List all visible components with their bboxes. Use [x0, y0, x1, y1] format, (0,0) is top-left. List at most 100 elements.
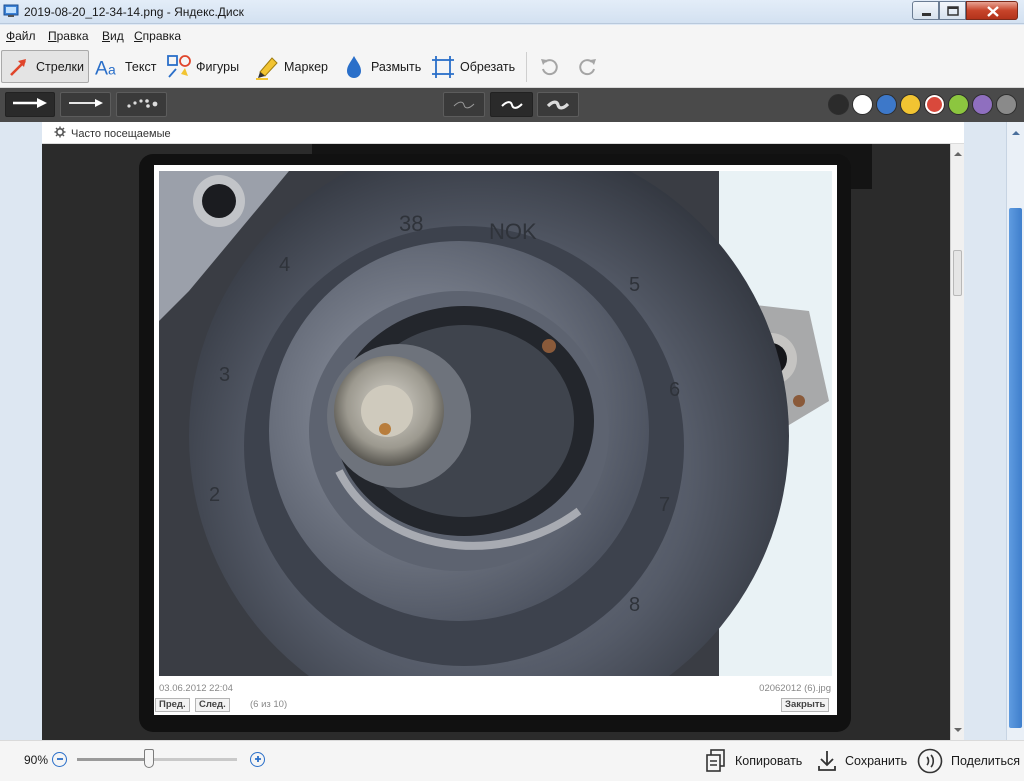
- toolbar-separator: [526, 52, 527, 82]
- photo-filename: 02062012 (6).jpg: [759, 683, 831, 694]
- bookmark-label: Часто посещаемые: [71, 127, 171, 140]
- arrow-thin-icon: [68, 97, 104, 112]
- inner-scroll-thumb: [953, 250, 962, 296]
- line-weight-thin[interactable]: [443, 92, 485, 117]
- color-swatch-red[interactable]: [924, 94, 945, 115]
- photo-lightbox: 38 NOK 5 6 7 8 4 3 2 03.06.2012 22:04 02…: [139, 154, 851, 732]
- prev-photo-button[interactable]: Пред.: [155, 698, 190, 712]
- color-swatch-gray[interactable]: [996, 94, 1017, 115]
- arrow-style-dotted[interactable]: [116, 92, 167, 117]
- arrow-style-thick[interactable]: [5, 92, 55, 117]
- close-button[interactable]: [966, 1, 1018, 20]
- svg-text:a: a: [108, 61, 116, 77]
- svg-text:2: 2: [209, 484, 220, 506]
- arrows-tool-button[interactable]: Стрелки: [1, 50, 89, 83]
- undo-icon: [536, 54, 562, 80]
- maximize-button[interactable]: [939, 1, 966, 20]
- color-swatch-yellow[interactable]: [900, 94, 921, 115]
- plus-icon: [254, 756, 261, 762]
- blur-tool-label: Размыть: [371, 59, 422, 74]
- scroll-down-icon: [954, 728, 962, 732]
- blur-drop-icon: [341, 54, 367, 80]
- color-swatch-purple[interactable]: [972, 94, 993, 115]
- bottom-bar: 90% Копировать Сохранить Поделиться: [0, 740, 1024, 781]
- pump-part-photo: 38 NOK 5 6 7 8 4 3 2: [159, 171, 832, 676]
- redo-icon: [575, 54, 601, 80]
- minus-icon: [56, 758, 63, 760]
- toolbar: Стрелки Aa Текст Фигуры Маркер Размыть О…: [0, 46, 1024, 88]
- copy-label: Копировать: [735, 754, 803, 768]
- save-button[interactable]: Сохранить: [817, 747, 907, 775]
- color-swatch-blue[interactable]: [876, 94, 897, 115]
- share-button[interactable]: Поделиться: [917, 747, 1020, 775]
- arrow-thick-icon: [12, 97, 48, 112]
- close-lightbox-button[interactable]: Закрыть: [781, 698, 830, 712]
- svg-text:5: 5: [629, 274, 640, 296]
- photo: 38 NOK 5 6 7 8 4 3 2: [159, 171, 832, 676]
- title-bar: 2019-08-20_12-34-14.png - Яндекс.Диск: [0, 0, 1024, 24]
- gear-icon: [54, 126, 66, 141]
- scroll-up-icon: [954, 152, 962, 156]
- shapes-tool-button[interactable]: Фигуры: [166, 50, 239, 83]
- canvas-scroll-thumb[interactable]: [1009, 208, 1022, 728]
- text-icon: Aa: [95, 54, 121, 80]
- copy-button[interactable]: Копировать: [705, 747, 802, 775]
- svg-text:8: 8: [629, 594, 640, 616]
- marker-tool-label: Маркер: [284, 59, 328, 74]
- app-icon: [3, 3, 19, 19]
- zoom-in-button[interactable]: [250, 752, 265, 767]
- line-weight-thick[interactable]: [537, 92, 579, 117]
- shapes-icon: [166, 54, 192, 80]
- inner-scrollbar: [950, 144, 964, 740]
- crop-tool-label: Обрезать: [460, 59, 516, 74]
- minimize-button[interactable]: [912, 1, 939, 20]
- svg-text:6: 6: [669, 379, 680, 401]
- save-label: Сохранить: [845, 754, 908, 768]
- download-icon: [817, 749, 837, 773]
- photo-date: 03.06.2012 22:04: [159, 683, 233, 694]
- share-icon: [917, 748, 943, 774]
- editor-canvas[interactable]: Часто посещаемые 38 NOK 5 6 7 8 4 3 2 03…: [0, 122, 1024, 740]
- zoom-slider-thumb[interactable]: [144, 749, 154, 768]
- menu-help[interactable]: Справка: [134, 29, 181, 43]
- svg-text:NOK: NOK: [489, 219, 537, 244]
- copy-icon: [705, 749, 727, 773]
- menu-file[interactable]: Файл: [6, 29, 36, 43]
- zoom-value: 90%: [24, 753, 49, 767]
- photo-counter: (6 из 10): [250, 699, 288, 710]
- line-weight-medium[interactable]: [490, 92, 533, 117]
- zoom-slider-track[interactable]: [77, 758, 237, 761]
- arrow-style-thin[interactable]: [60, 92, 111, 117]
- bookmarks-bar: Часто посещаемые: [42, 122, 964, 144]
- arrow-icon: [6, 54, 32, 80]
- svg-text:38: 38: [399, 211, 423, 236]
- crop-tool-button[interactable]: Обрезать: [430, 50, 515, 83]
- menu-edit[interactable]: Правка: [48, 29, 89, 43]
- marker-tool-button[interactable]: Маркер: [254, 50, 328, 83]
- menu-bar: Файл Правка Вид Справка: [0, 25, 1024, 46]
- menu-view[interactable]: Вид: [102, 29, 124, 43]
- style-bar: [0, 88, 1024, 122]
- svg-text:4: 4: [279, 254, 290, 276]
- crop-icon: [430, 54, 456, 80]
- svg-text:A: A: [95, 57, 108, 79]
- color-swatch-green[interactable]: [948, 94, 969, 115]
- shapes-tool-label: Фигуры: [196, 59, 240, 74]
- undo-button[interactable]: [536, 50, 566, 83]
- canvas-scrollbar[interactable]: [1006, 122, 1024, 740]
- redo-button[interactable]: [575, 50, 605, 83]
- share-label: Поделиться: [951, 754, 1021, 768]
- svg-text:7: 7: [659, 494, 670, 516]
- zoom-slider-fill: [77, 758, 149, 761]
- text-tool-button[interactable]: Aa Текст: [95, 50, 156, 83]
- arrow-dotted-icon: [124, 96, 160, 113]
- screenshot-browser-window: Часто посещаемые 38 NOK 5 6 7 8 4 3 2 03…: [42, 122, 964, 740]
- zoom-out-button[interactable]: [52, 752, 67, 767]
- blur-tool-button[interactable]: Размыть: [341, 50, 421, 83]
- photo-frame: 38 NOK 5 6 7 8 4 3 2 03.06.2012 22:04 02…: [154, 165, 837, 715]
- scroll-up-arrow-icon[interactable]: [1007, 126, 1024, 140]
- marker-icon: [254, 54, 280, 80]
- next-photo-button[interactable]: След.: [195, 698, 230, 712]
- color-swatch-black[interactable]: [828, 94, 849, 115]
- color-swatch-white[interactable]: [852, 94, 873, 115]
